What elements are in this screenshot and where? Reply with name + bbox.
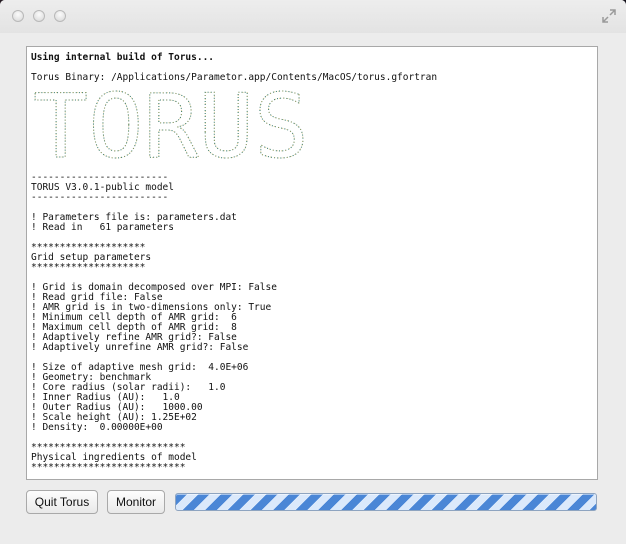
quit-torus-button[interactable]: Quit Torus: [26, 490, 98, 514]
bottom-bar: Quit Torus Monitor: [0, 490, 626, 520]
title-bar: [0, 0, 626, 33]
console-line: ! Read in 61 parameters: [31, 222, 174, 233]
console-header: Using internal build of Torus...: [31, 52, 215, 63]
torus-window: Using internal build of Torus... Torus B…: [0, 0, 626, 544]
torus-ascii-banner: TORUS TORUS: [33, 87, 310, 167]
console-lines: ------------------------ TORUS V3.0.1-pu…: [27, 171, 597, 473]
console-output[interactable]: Using internal build of Torus... Torus B…: [26, 46, 598, 480]
console-line: ********************: [31, 262, 146, 273]
progress-bar: [175, 493, 597, 511]
console-line: ***************************: [31, 462, 186, 473]
zoom-window-button[interactable]: [54, 10, 66, 22]
banner-logo-shadow: TORUS: [33, 87, 309, 167]
console-binary-line: Torus Binary: /Applications/Parametor.ap…: [31, 72, 438, 83]
fullscreen-arrows-icon[interactable]: [602, 9, 616, 23]
console-line: ------------------------: [31, 192, 169, 203]
console-line: ! Density: 0.00000E+00: [31, 422, 163, 433]
monitor-button[interactable]: Monitor: [107, 490, 165, 514]
close-window-button[interactable]: [12, 10, 24, 22]
console-line: ! Adaptively unrefine AMR grid?: False: [31, 342, 249, 353]
minimize-window-button[interactable]: [33, 10, 45, 22]
